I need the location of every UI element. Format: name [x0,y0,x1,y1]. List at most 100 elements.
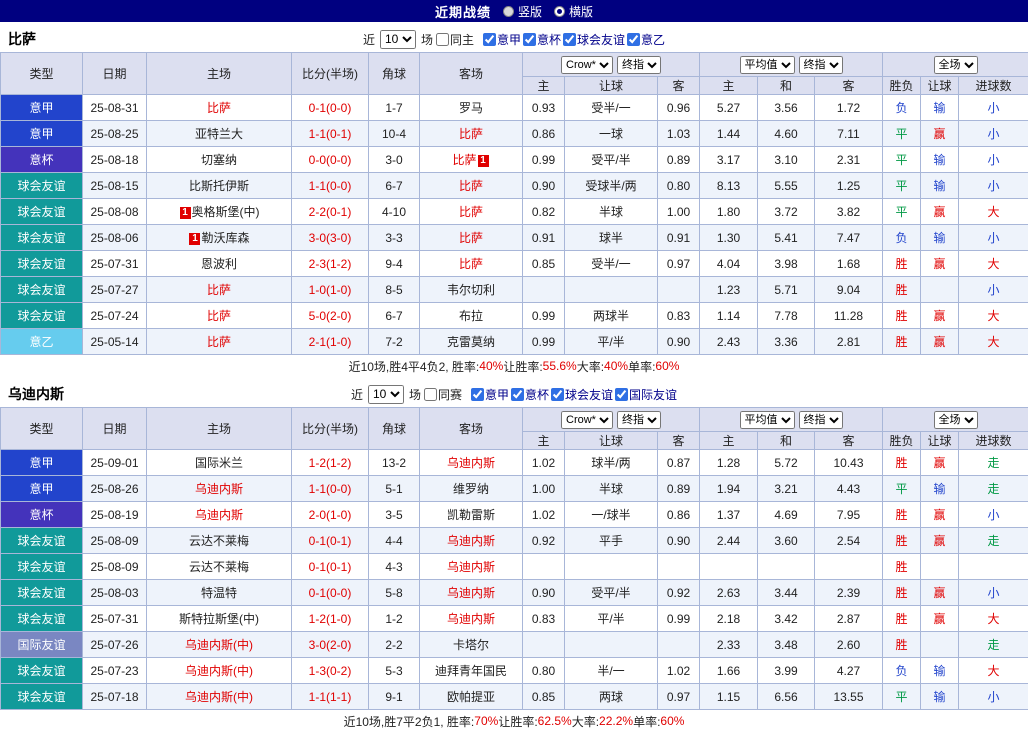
summary-value: 62.5% [537,714,572,728]
league-checkbox[interactable]: 意杯 [511,386,549,403]
goals-cell: 小 [957,276,1028,303]
matches-table: 类型 日期 主场 比分(半场) 角球 客场 Crow* 终指 平均值 终指 全场 主… [0,407,1028,710]
result-cell: 胜 [882,579,921,606]
match-count-select[interactable]: 10 [379,29,416,49]
avg-stage-select[interactable]: 终指 [798,410,843,429]
handicap-cell: 平手 [564,527,658,554]
avg-away-cell: 2.54 [814,527,883,554]
avg-home-cell: 2.43 [699,328,758,355]
league-checkbox[interactable]: 意乙 [627,31,665,48]
same-venue-checkbox[interactable]: 同主 [435,31,474,48]
away-team-name: 乌迪内斯 [446,586,495,600]
avg-draw-cell: 4.60 [757,120,815,147]
result-cell: 胜 [882,449,921,476]
score-cell: 1-3(0-2) [291,657,369,684]
league-checkbox-input[interactable] [551,387,565,401]
sub-header-cell: 主 [699,431,758,450]
handicap-cell: 受半/一 [564,250,658,277]
handicap-result-cell: 赢 [920,328,959,355]
home-team-cell: 特温特 [146,579,292,606]
red-card-badge: 1 [189,233,201,245]
odds-company-select[interactable]: Crow* [561,55,613,74]
handicap-cell [564,276,658,303]
avg-draw-cell: 3.10 [757,146,815,173]
league-checkbox-input[interactable] [511,387,524,401]
handicap-cell: 平/半 [564,605,658,632]
sub-header-cell: 主 [522,431,565,450]
avg-home-cell: 1.37 [699,501,758,528]
avg-home-cell: 1.80 [699,198,758,225]
corner-cell: 3-0 [368,146,420,173]
home-team-cell: 1 勒沃库森 [146,224,292,251]
summary-value: 70% [474,714,499,728]
league-checkbox-input[interactable] [563,32,577,46]
league-checkbox-input[interactable] [470,387,484,401]
summary-line: 近10场,胜7平2负1, 胜率: 70% 让胜率: 62.5% 大率: 22.2% 单… [0,710,1028,732]
avg-company-select[interactable]: 平均值 [739,55,795,74]
match-count-select[interactable]: 10 [367,384,404,404]
home-team-name: 奥格斯堡(中) [191,205,260,219]
avg-company-select[interactable]: 平均值 [739,410,795,429]
same-venue-checkbox[interactable]: 同赛 [423,386,462,403]
handicap-cell: 半球 [564,198,658,225]
handicap-cell: 一/球半 [564,501,658,528]
score-cell: 1-2(1-2) [291,449,369,476]
league-checkbox[interactable]: 意杯 [523,31,561,48]
home-team-name: 亚特兰大 [194,127,243,141]
score-cell: 1-1(0-1) [291,120,369,147]
odds-company-select[interactable]: Crow* [561,410,613,429]
league-checkbox[interactable]: 球会友谊 [563,31,625,48]
layout-radio-vertical[interactable]: 竖版 [502,3,542,20]
away-team-name: 比萨 [452,153,477,167]
league-checkbox-input[interactable] [615,387,629,401]
sub-header-cell: 主 [522,76,565,95]
summary-text: 大率: [576,359,605,374]
league-checkbox[interactable]: 意甲 [482,31,521,48]
away-team-name: 克雷莫纳 [446,335,495,349]
match-type-cell: 意杯 [0,501,83,528]
date-cell: 25-07-27 [82,276,147,303]
avg-home-cell [699,553,758,580]
filter-controls: 近 10 场 同主 意甲 意杯 球会友谊 意乙 [363,29,665,49]
avg-draw-cell: 3.60 [757,527,815,554]
same-venue-checkbox-input[interactable] [423,387,437,401]
odds-stage-select[interactable]: 终指 [617,410,661,429]
league-checkbox[interactable]: 国际友谊 [615,386,677,403]
avg-away-cell: 1.68 [814,250,883,277]
odds-stage-select[interactable]: 终指 [617,55,661,74]
same-venue-label: 同赛 [437,387,462,402]
scope-select[interactable]: 全场 [933,55,978,74]
league-checkbox-input[interactable] [627,32,641,46]
sub-header-cell: 胜负 [882,431,921,450]
goals-cell: 大 [957,250,1028,277]
match-row: 意杯 25-08-19 乌迪内斯 2-0(1-0) 3-5 凯勒雷斯 1.02 一/球半 0.8… [0,501,1028,528]
away-team-name: 乌迪内斯 [446,456,495,470]
match-row: 意甲 25-08-26 乌迪内斯 1-1(0-0) 5-1 维罗纳 1.00 半球 0.89 1.… [0,475,1028,502]
date-cell: 25-08-09 [82,553,147,580]
match-row: 球会友谊 25-08-09 云达不莱梅 0-1(0-1) 4-4 乌迪内斯 0.92 平手 0.… [0,527,1028,554]
sub-header-cell: 进球数 [957,76,1028,95]
match-type-cell: 意乙 [0,328,83,355]
league-checkbox[interactable]: 球会友谊 [551,386,613,403]
league-checkbox-input[interactable] [523,32,536,46]
sub-header-cell: 客 [657,431,700,450]
match-type-cell: 球会友谊 [0,553,83,580]
away-team-cell: 乌迪内斯 [419,527,523,554]
corner-cell: 4-3 [368,553,420,580]
layout-radio-horizontal[interactable]: 横版 [554,3,593,20]
away-team-cell: 比萨 [419,198,523,225]
scope-select[interactable]: 全场 [933,410,978,429]
away-odds-cell: 0.97 [657,683,700,710]
score-cell: 1-1(0-0) [291,172,369,199]
handicap-result-cell: 输 [920,146,959,173]
avg-stage-select[interactable]: 终指 [798,55,843,74]
result-cell: 平 [882,683,921,710]
goals-cell: 大 [957,198,1028,225]
fullmatch-group-header: 全场 [881,52,1028,77]
away-odds-cell: 0.89 [657,146,700,173]
league-checkbox[interactable]: 意甲 [470,386,509,403]
radio-icon [554,5,565,17]
match-row: 球会友谊 25-07-31 斯特拉斯堡(中) 1-2(1-0) 1-2 乌迪内斯 0.83 平… [0,605,1028,632]
league-checkbox-input[interactable] [482,32,496,46]
same-venue-checkbox-input[interactable] [435,32,449,46]
